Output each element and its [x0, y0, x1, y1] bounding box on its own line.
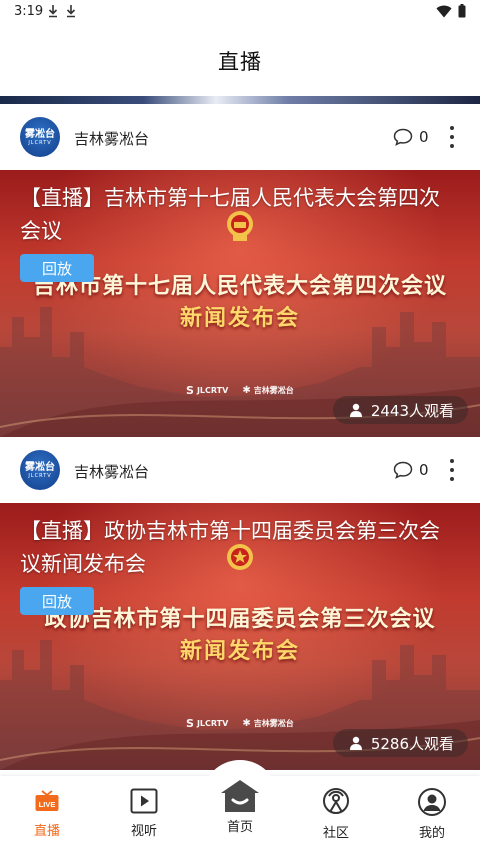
comment-count: 0 — [419, 128, 429, 146]
view-count: 5286人观看 — [370, 734, 454, 753]
video-thumbnail[interactable]: 吉林市第十七届人民代表大会第四次会议 新闻发布会 【直播】吉林市第十七届人民代表… — [0, 170, 480, 437]
wusongtai-logo: ✱ 吉林雾凇台 — [242, 718, 294, 729]
nav-item-live[interactable]: LIVE 直播 — [12, 788, 82, 839]
video-thumbnail[interactable]: 政协吉林市第十四届委员会第三次会议 新闻发布会 【直播】政协吉林市第十四届委员会… — [0, 503, 480, 770]
view-count: 2443人观看 — [370, 401, 454, 420]
wifi-icon — [436, 5, 452, 17]
video-title[interactable]: 【直播】政协吉林市第十四届委员会第三次会议新闻发布会 — [20, 515, 460, 581]
avatar[interactable]: 雾凇台 JLCRTV — [20, 450, 60, 490]
profile-icon — [418, 788, 446, 816]
avatar-text: 雾凇台 — [25, 461, 55, 473]
replay-button[interactable]: 回放 — [20, 587, 94, 615]
live-card[interactable]: 雾凇台 JLCRTV 吉林雾凇台 0 吉林市第十七届人民代表大会第四次会议 新闻… — [0, 104, 480, 437]
person-icon — [349, 736, 362, 750]
person-icon — [349, 403, 362, 417]
comment-icon — [393, 461, 413, 479]
avatar-subtext: JLCRTV — [28, 139, 52, 146]
nav-label-community: 社区 — [322, 826, 349, 841]
nav-label-home: 首页 — [226, 820, 253, 835]
download-icon — [48, 5, 58, 18]
live-tv-icon: LIVE — [35, 790, 59, 811]
broadcaster-logos: S JLCRTV ✱ 吉林雾凇台 — [186, 717, 294, 730]
view-count-badge: 5286人观看 — [332, 729, 468, 757]
more-icon[interactable] — [446, 126, 458, 148]
banner-strip — [0, 96, 480, 104]
channel-name[interactable]: 吉林雾凇台 — [74, 128, 149, 149]
nav-label-live: 直播 — [33, 824, 60, 839]
live-card[interactable]: 雾凇台 JLCRTV 吉林雾凇台 0 政协吉林市第十四届委员会第三次会议 新闻发… — [0, 437, 480, 770]
poster-subtitle: 新闻发布会 — [179, 306, 300, 331]
status-bar: 3:19 — [0, 0, 480, 26]
poster-subtitle: 新闻发布会 — [179, 639, 300, 664]
nav-label-profile: 我的 — [418, 826, 445, 841]
jlcrtv-logo: S JLCRTV — [186, 384, 229, 397]
comment-icon — [393, 128, 413, 146]
view-count-badge: 2443人观看 — [332, 396, 468, 424]
comment-count: 0 — [419, 461, 429, 479]
wusongtai-logo: ✱ 吉林雾凇台 — [242, 385, 294, 396]
replay-button[interactable]: 回放 — [20, 254, 94, 282]
nav-item-profile[interactable]: 我的 — [397, 788, 467, 841]
nav-item-home[interactable]: 首页 — [205, 778, 275, 835]
more-icon[interactable] — [446, 459, 458, 481]
card-header: 雾凇台 JLCRTV 吉林雾凇台 0 — [0, 104, 480, 170]
avatar-subtext: JLCRTV — [28, 472, 52, 479]
home-icon — [221, 780, 259, 812]
broadcaster-logos: S JLCRTV ✱ 吉林雾凇台 — [186, 384, 294, 397]
status-time: 3:19 — [14, 4, 44, 19]
bottom-nav: LIVE 直播 视听 首页 社区 我的 — [0, 760, 480, 854]
download-icon — [66, 5, 76, 18]
channel-name[interactable]: 吉林雾凇台 — [74, 461, 149, 482]
avatar[interactable]: 雾凇台 JLCRTV — [20, 117, 60, 157]
avatar-text: 雾凇台 — [25, 128, 55, 140]
comment-button[interactable]: 0 — [393, 461, 429, 479]
page-title: 直播 — [218, 50, 262, 74]
nav-item-video[interactable]: 视听 — [109, 788, 179, 839]
jlcrtv-logo: S JLCRTV — [186, 717, 229, 730]
comment-button[interactable]: 0 — [393, 128, 429, 146]
battery-icon — [458, 4, 466, 18]
nav-item-community[interactable]: 社区 — [301, 788, 371, 841]
play-icon — [130, 788, 158, 814]
community-icon — [323, 788, 349, 814]
nav-label-video: 视听 — [130, 824, 157, 839]
card-header: 雾凇台 JLCRTV 吉林雾凇台 0 — [0, 437, 480, 503]
header: 直播 — [0, 26, 480, 96]
video-title[interactable]: 【直播】吉林市第十七届人民代表大会第四次会议 — [20, 182, 460, 248]
svg-text:LIVE: LIVE — [39, 800, 56, 809]
